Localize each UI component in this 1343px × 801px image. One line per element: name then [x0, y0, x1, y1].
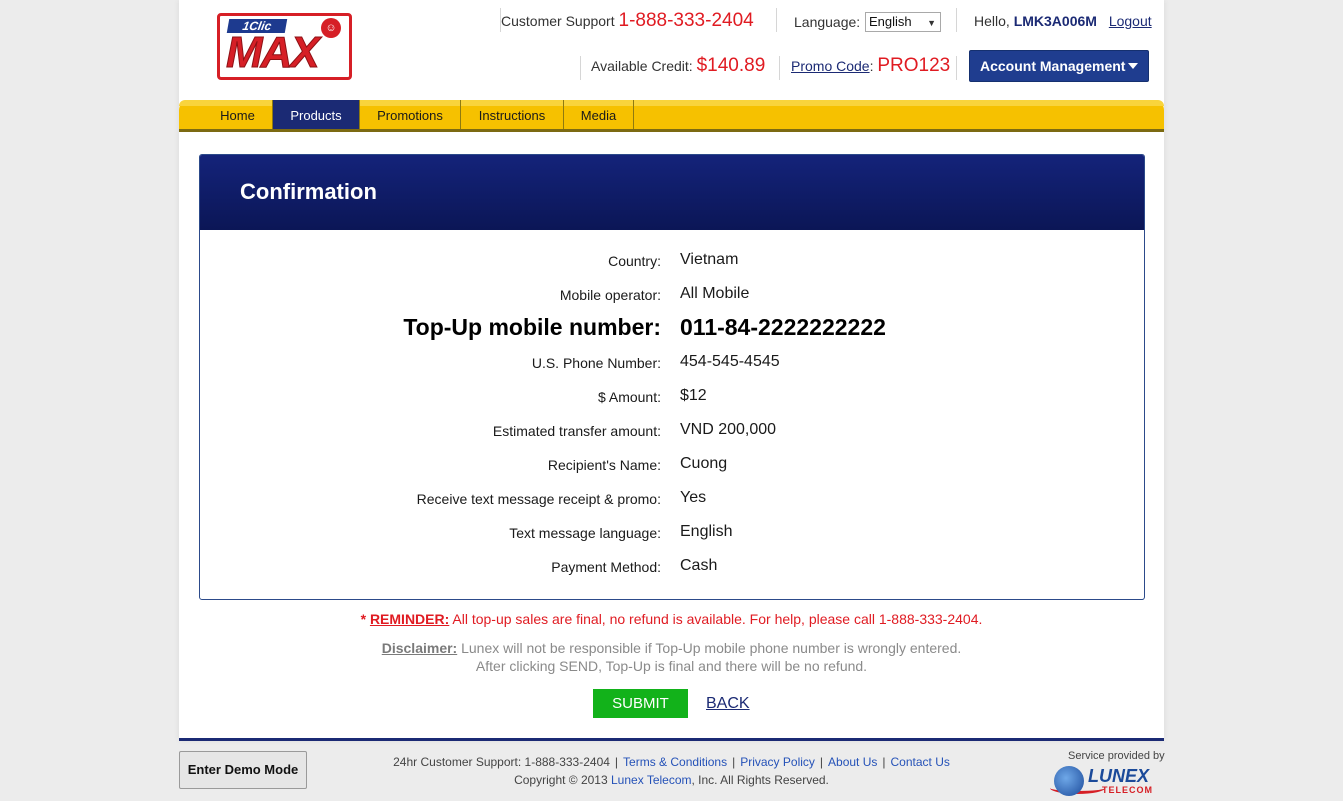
confirm-row-operator: Mobile operator: All Mobile — [200, 285, 1146, 309]
row-label: Text message language: — [509, 525, 661, 541]
service-provided-label: Service provided by — [1068, 750, 1165, 762]
privacy-link[interactable]: Privacy Policy — [740, 755, 815, 769]
confirm-row-amount: $ Amount: $12 — [200, 387, 1146, 411]
promo-code-link[interactable]: Promo Code — [791, 58, 870, 74]
row-label: Mobile operator: — [559, 287, 661, 303]
account-management-label: Account Management — [980, 58, 1126, 74]
credit-label: Available Credit: — [591, 58, 693, 74]
support-label: Customer Support — [501, 13, 615, 29]
header-divider — [956, 8, 957, 32]
globe-icon — [1054, 766, 1084, 796]
disclaimer-notice: Disclaimer: Lunex will not be responsibl… — [179, 639, 1164, 675]
confirm-row-transfer-amount: Estimated transfer amount: VND 200,000 — [200, 421, 1146, 445]
promo-code: Promo Code: PRO123 — [791, 55, 951, 76]
row-value: Cash — [680, 557, 718, 574]
customer-support: Customer Support 1-888-333-2404 — [501, 10, 754, 32]
lunex-telecom-link[interactable]: Lunex Telecom — [611, 773, 692, 787]
lunex-logo[interactable]: LUNEX TELECOM — [1050, 764, 1165, 798]
logout-link[interactable]: Logout — [1109, 13, 1152, 29]
user-greeting: Hello, LMK3A006M Logout — [974, 13, 1152, 29]
row-value: 454-545-4545 — [680, 353, 780, 370]
lunex-name: LUNEX — [1088, 766, 1150, 786]
language-selected: English — [869, 14, 912, 29]
confirm-row-sms-language: Text message language: English — [200, 523, 1146, 547]
copyright-prefix: Copyright © 2013 — [514, 773, 611, 787]
reminder-label: REMINDER: — [369, 611, 450, 627]
caret-down-icon — [1128, 63, 1138, 69]
credit-value: $140.89 — [696, 55, 766, 76]
footer-support: 24hr Customer Support: 1-888-333-2404 — [393, 755, 610, 769]
available-credit: Available Credit: $140.89 — [591, 55, 765, 77]
row-label: Top-Up mobile number: — [403, 314, 661, 340]
reminder-text: All top-up sales are final, no refund is… — [449, 611, 983, 627]
language-label: Language: — [794, 14, 861, 30]
footer-divider — [179, 738, 1164, 741]
page-container: 1Clic MAX ☺ Customer Support 1-888-333-2… — [179, 0, 1164, 740]
row-value: Yes — [680, 489, 707, 506]
row-label: $ Amount: — [597, 389, 661, 405]
disclaimer-label: Disclaimer: — [381, 640, 458, 656]
lunex-sub: TELECOM — [1102, 785, 1153, 795]
account-management-button[interactable]: Account Management — [969, 50, 1149, 82]
username: LMK3A006M — [1013, 13, 1097, 29]
language-select[interactable]: English ▼ — [865, 12, 941, 32]
mascot-icon: ☺ — [321, 18, 341, 38]
row-label: Estimated transfer amount: — [492, 423, 661, 439]
header-divider — [956, 56, 957, 80]
panel-title: Confirmation — [240, 179, 377, 204]
dropdown-arrow-icon: ▼ — [927, 18, 936, 28]
back-link[interactable]: BACK — [706, 695, 750, 713]
row-value: English — [680, 523, 733, 540]
confirm-row-payment-method: Payment Method: Cash — [200, 557, 1146, 581]
main-nav: Home Products Promotions Instructions Me… — [179, 100, 1164, 132]
confirm-row-topup-number: Top-Up mobile number: 011-84-2222222222 — [200, 314, 1146, 344]
copyright-suffix: , Inc. All Rights Reserved. — [691, 773, 829, 787]
disclaimer-line1: Lunex will not be responsible if Top-Up … — [457, 640, 962, 656]
header-divider — [779, 56, 780, 80]
header-divider — [776, 8, 777, 32]
reminder-prefix: * — [360, 611, 370, 627]
nav-item-home[interactable]: Home — [203, 100, 273, 129]
row-label: Receive text message receipt & promo: — [416, 491, 661, 507]
panel-header: Confirmation — [200, 155, 1144, 230]
terms-link[interactable]: Terms & Conditions — [623, 755, 727, 769]
footer-text: 24hr Customer Support: 1-888-333-2404 | Te… — [393, 755, 950, 787]
row-label: Payment Method: — [551, 559, 661, 575]
reminder-notice: * REMINDER: All top-up sales are final, … — [179, 611, 1164, 627]
nav-item-promotions[interactable]: Promotions — [360, 100, 461, 129]
confirm-row-country: Country: Vietnam — [200, 251, 1146, 275]
nav-item-products[interactable]: Products — [273, 100, 360, 129]
disclaimer-line2: After clicking SEND, Top-Up is final and… — [475, 658, 868, 674]
hello-label: Hello, — [974, 13, 1010, 29]
nav-item-media[interactable]: Media — [564, 100, 634, 129]
row-value: All Mobile — [680, 285, 750, 302]
header-divider — [580, 56, 581, 80]
contact-link[interactable]: Contact Us — [891, 755, 950, 769]
submit-button[interactable]: SUBMIT — [593, 689, 688, 718]
nav-item-instructions[interactable]: Instructions — [461, 100, 564, 129]
row-value: VND 200,000 — [680, 421, 777, 438]
row-label: Recipient's Name: — [547, 457, 661, 473]
row-value: Cuong — [680, 455, 728, 472]
confirmation-panel: Confirmation Country: Vietnam Mobile ope… — [199, 154, 1145, 600]
oneclic-max-logo[interactable]: 1Clic MAX ☺ — [217, 13, 352, 80]
confirm-row-us-phone: U.S. Phone Number: 454-545-4545 — [200, 353, 1146, 377]
confirm-row-sms-receipt: Receive text message receipt & promo: Ye… — [200, 489, 1146, 513]
row-label: U.S. Phone Number: — [531, 355, 661, 371]
logo-big-text: MAX — [226, 28, 321, 77]
row-value: Vietnam — [680, 251, 739, 268]
support-phone: 1-888-333-2404 — [618, 10, 754, 31]
about-link[interactable]: About Us — [828, 755, 877, 769]
confirm-row-recipient: Recipient's Name: Cuong — [200, 455, 1146, 479]
row-label: Country: — [608, 253, 661, 269]
row-value: $12 — [680, 387, 707, 404]
promo-code-value: PRO123 — [877, 55, 951, 76]
row-value: 011-84-2222222222 — [680, 314, 886, 340]
